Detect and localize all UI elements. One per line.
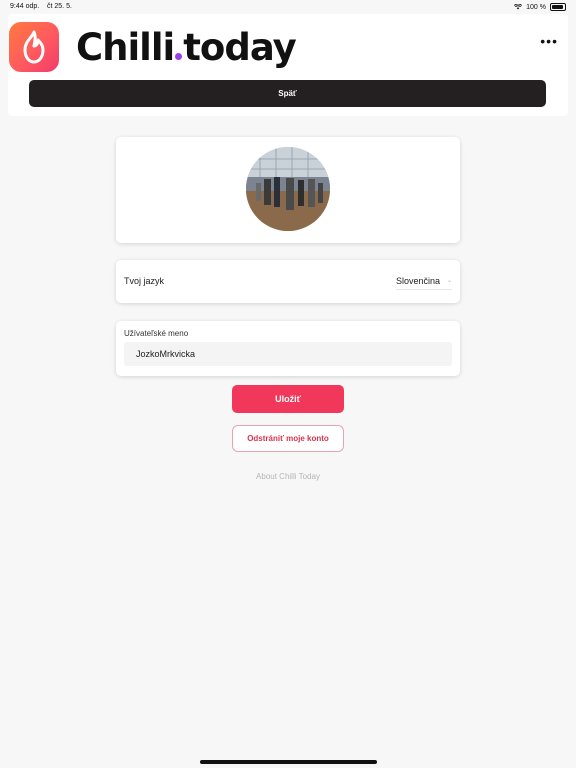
- home-indicator: [200, 760, 377, 764]
- status-time: 9:44 odp.: [10, 3, 40, 10]
- wifi-icon: [514, 4, 523, 10]
- logo-text-today: today: [183, 26, 297, 69]
- username-input[interactable]: [124, 342, 452, 366]
- back-button[interactable]: Späť: [29, 80, 546, 107]
- status-bar: 9:44 odp. čt 25. 5. 100 %: [0, 0, 576, 14]
- avatar[interactable]: [246, 147, 330, 231]
- language-select[interactable]: Slovenčina ⌄: [396, 272, 452, 290]
- more-dots-icon[interactable]: •••: [540, 34, 558, 48]
- about-link[interactable]: About Chilli Today: [0, 472, 576, 481]
- avatar-card: [116, 137, 460, 243]
- logo-dot: [175, 53, 183, 60]
- delete-account-button[interactable]: Odstrániť moje konto: [232, 425, 344, 452]
- battery-text: 100 %: [526, 3, 546, 11]
- username-label: Užívateľské meno: [124, 329, 189, 338]
- language-value: Slovenčina: [396, 275, 441, 286]
- app-header: Chilli today ••• Späť: [8, 14, 568, 116]
- logo-text-chilli: Chilli: [76, 26, 175, 69]
- chilli-logo-icon: [9, 22, 59, 72]
- save-button[interactable]: Uložiť: [232, 385, 344, 413]
- language-card: Tvoj jazyk Slovenčina ⌄: [116, 260, 460, 303]
- chevron-down-icon: ⌄: [446, 278, 452, 284]
- app-logo-text: Chilli today: [76, 26, 297, 69]
- language-label: Tvoj jazyk: [124, 276, 165, 286]
- battery-icon: [550, 3, 566, 11]
- username-card: Užívateľské meno: [116, 321, 460, 376]
- status-date: čt 25. 5.: [47, 3, 72, 10]
- status-right: 100 %: [514, 3, 566, 11]
